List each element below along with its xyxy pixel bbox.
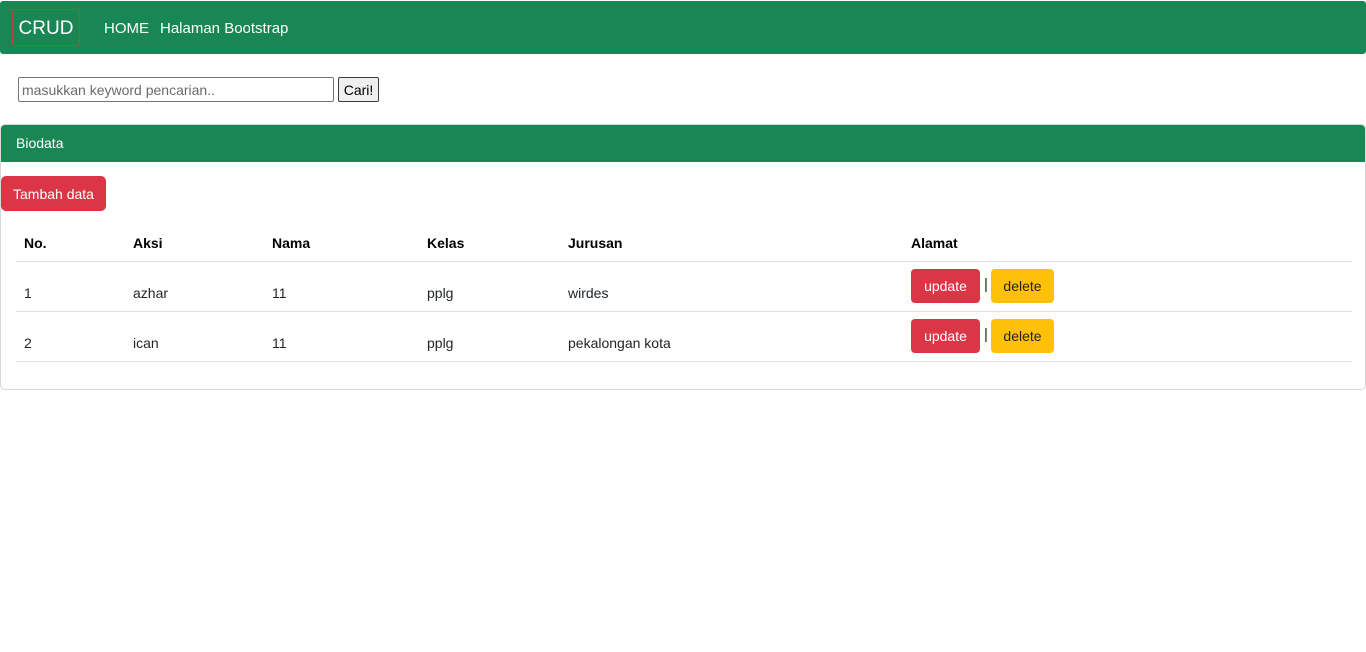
delete-button[interactable]: delete xyxy=(991,269,1054,303)
cell-aksi: azhar xyxy=(133,285,169,301)
cell-kelas: pplg xyxy=(427,335,454,351)
biodata-card: Biodata Tambah data No. Aksi Nama Kelas … xyxy=(0,124,1366,390)
cell-nama: 11 xyxy=(272,285,287,301)
nav-link-home[interactable]: HOME xyxy=(104,19,149,39)
data-table: No. Aksi Nama Kelas Jurusan Alamat 1 azh… xyxy=(16,225,1352,362)
delete-button[interactable]: delete xyxy=(991,319,1054,353)
header-no: No. xyxy=(24,235,47,251)
cell-kelas: pplg xyxy=(427,285,454,301)
header-alamat: Alamat xyxy=(911,235,958,251)
cell-no: 2 xyxy=(24,335,32,351)
cell-jurusan: wirdes xyxy=(568,285,609,301)
cell-no: 1 xyxy=(24,285,32,301)
brand-link[interactable]: CRUD xyxy=(12,9,80,46)
header-kelas: Kelas xyxy=(427,235,465,251)
search-button[interactable]: Cari! xyxy=(338,77,379,102)
table-header-row: No. Aksi Nama Kelas Jurusan Alamat xyxy=(16,225,1352,262)
card-title: Biodata xyxy=(1,125,1365,162)
nav-link-halaman-bootstrap[interactable]: Halaman Bootstrap xyxy=(160,19,288,39)
update-button[interactable]: update xyxy=(911,269,980,303)
header-jurusan: Jurusan xyxy=(568,235,623,251)
navbar: CRUD HOME Halaman Bootstrap xyxy=(0,1,1366,54)
add-data-button[interactable]: Tambah data xyxy=(1,176,106,211)
update-button[interactable]: update xyxy=(911,319,980,353)
action-separator: | xyxy=(984,326,988,343)
action-separator: | xyxy=(984,276,988,293)
header-nama: Nama xyxy=(272,235,311,251)
cell-aksi: ican xyxy=(133,335,159,351)
search-input[interactable] xyxy=(18,77,334,102)
table-row: 1 azhar 11 pplg wirdes update | delete xyxy=(16,262,1352,312)
header-aksi: Aksi xyxy=(133,235,163,251)
table-row: 2 ican 11 pplg pekalongan kota update | … xyxy=(16,312,1352,362)
cell-nama: 11 xyxy=(272,335,287,351)
cell-jurusan: pekalongan kota xyxy=(568,335,671,351)
